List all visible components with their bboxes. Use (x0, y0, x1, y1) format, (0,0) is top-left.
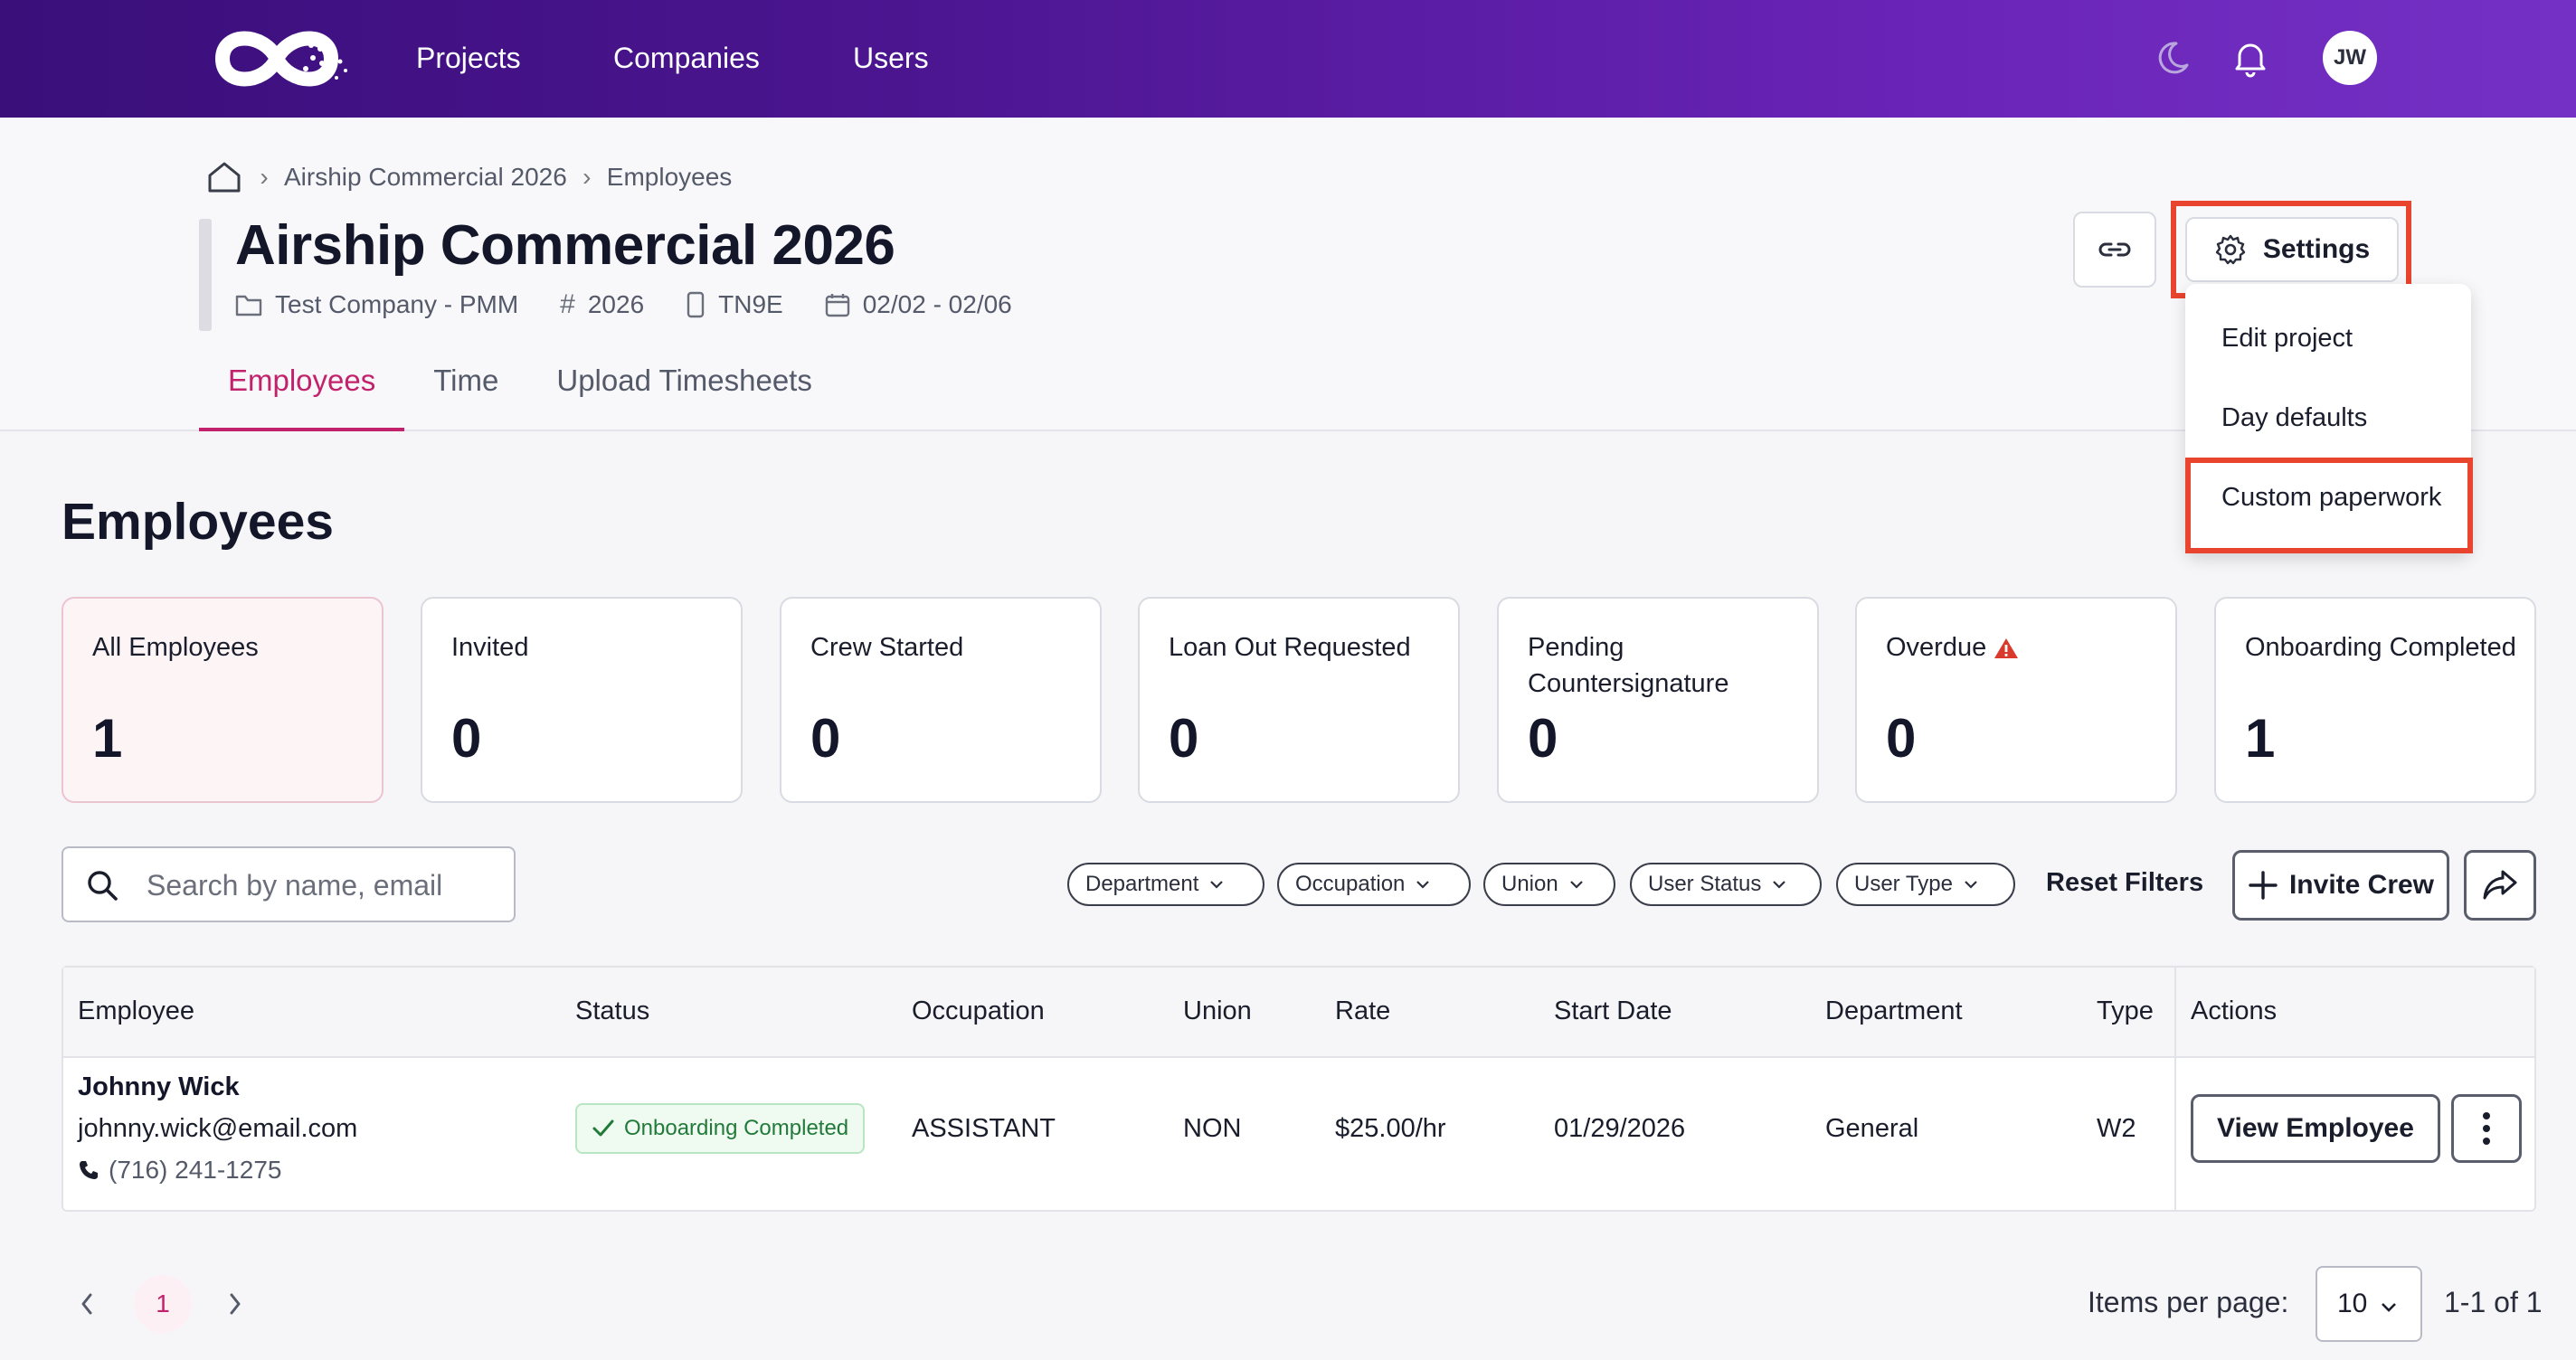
employee-email: johnny.wick@email.com (78, 1114, 358, 1143)
col-start-date[interactable]: Start Date (1554, 996, 1672, 1026)
status-badge: Onboarding Completed (575, 1103, 866, 1154)
more-vertical-icon (2483, 1112, 2490, 1145)
phone-device-icon (687, 291, 705, 318)
stat-card-all-employees[interactable]: All Employees 1 (62, 597, 384, 803)
search-input[interactable] (147, 864, 499, 906)
cell-department: General (1825, 1114, 1919, 1143)
menu-item-edit-project[interactable]: Edit project (2221, 324, 2353, 354)
chevron-right-icon: › (582, 163, 592, 191)
moon-icon[interactable] (2155, 34, 2202, 81)
chevron-left-icon[interactable] (76, 1288, 98, 1320)
items-per-page-label: Items per page: (2088, 1286, 2289, 1318)
page-title: Airship Commercial 2026 (235, 214, 895, 277)
employee-name: Johnny Wick (78, 1072, 240, 1101)
reset-filters-button[interactable]: Reset Filters (2046, 868, 2203, 898)
plus-icon (2249, 871, 2278, 900)
top-nav: Projects Companies Users JW (0, 0, 2576, 118)
cell-type: W2 (2097, 1114, 2136, 1143)
settings-button[interactable]: Settings (2185, 217, 2399, 282)
project-meta: Test Company - PMM # 2026 TN9E 02/02 - 0… (235, 289, 1054, 320)
breadcrumb-current: Employees (606, 163, 733, 191)
filter-occupation[interactable]: Occupation (1277, 863, 1471, 906)
tab-time[interactable]: Time (404, 353, 527, 431)
cell-occupation: ASSISTANT (912, 1114, 1056, 1143)
breadcrumb-project[interactable]: Airship Commercial 2026 (284, 163, 567, 192)
link-icon (2098, 242, 2131, 257)
chevron-right-icon: › (260, 163, 269, 191)
menu-item-custom-paperwork[interactable]: Custom paperwork (2221, 483, 2441, 513)
folder-icon (235, 295, 262, 316)
employees-table: Employee Status Occupation Union Rate St… (62, 966, 2536, 1212)
search-icon (88, 871, 118, 901)
stat-card-pending-countersignature[interactable]: Pending Countersignature 0 (1497, 597, 1819, 803)
chevron-right-icon[interactable] (224, 1288, 246, 1320)
breadcrumb: › Airship Commercial 2026 › Employees (204, 159, 732, 195)
filter-department[interactable]: Department (1067, 863, 1264, 906)
col-department[interactable]: Department (1825, 996, 1963, 1026)
project-tabs: Employees Time Upload Timesheets (199, 353, 841, 431)
tab-employees[interactable]: Employees (199, 353, 405, 431)
employee-phone: (716) 241-1275 (78, 1156, 281, 1185)
cell-union: NON (1183, 1114, 1242, 1143)
stat-card-loan-out-requested[interactable]: Loan Out Requested 0 (1138, 597, 1460, 803)
col-employee[interactable]: Employee (78, 996, 194, 1026)
home-icon[interactable] (204, 159, 244, 195)
col-rate[interactable]: Rate (1335, 996, 1390, 1026)
cell-rate: $25.00/hr (1335, 1114, 1446, 1143)
chevron-down-icon (2382, 1303, 2397, 1312)
stat-card-invited[interactable]: Invited 0 (421, 597, 743, 803)
tab-upload-timesheets[interactable]: Upload Timesheets (527, 353, 840, 431)
calendar-icon (825, 294, 849, 317)
nav-link-users[interactable]: Users (853, 36, 929, 80)
share-icon (2483, 870, 2517, 900)
nav-link-projects[interactable]: Projects (416, 36, 521, 80)
company-logo[interactable] (195, 18, 358, 99)
share-button[interactable] (2464, 850, 2536, 921)
project-dates: 02/02 - 02/06 (825, 290, 1012, 319)
copy-link-button[interactable] (2073, 212, 2156, 288)
filter-user-type[interactable]: User Type (1836, 863, 2015, 906)
search-field[interactable] (62, 846, 516, 922)
table-header: Employee Status Occupation Union Rate St… (63, 968, 2534, 1058)
project-company: Test Company - PMM (235, 290, 518, 319)
col-type[interactable]: Type (2097, 996, 2154, 1026)
stat-card-crew-started[interactable]: Crew Started 0 (780, 597, 1102, 803)
hash-icon: # (560, 289, 575, 319)
stat-card-overdue[interactable]: Overdue 0 (1855, 597, 2177, 803)
chevron-down-icon (1416, 881, 1430, 889)
invite-crew-button[interactable]: Invite Crew (2232, 850, 2449, 921)
nav-link-companies[interactable]: Companies (613, 36, 760, 80)
settings-menu: Edit project Day defaults Custom paperwo… (2185, 284, 2471, 553)
phone-icon (80, 1161, 98, 1179)
items-per-page-select[interactable]: 10 (2316, 1266, 2422, 1342)
col-status[interactable]: Status (575, 996, 649, 1026)
warning-icon (1994, 638, 2019, 659)
chevron-down-icon (1965, 881, 1977, 889)
project-code: TN9E (686, 290, 783, 319)
col-union[interactable]: Union (1183, 996, 1252, 1026)
filter-union[interactable]: Union (1483, 863, 1615, 906)
row-more-button[interactable] (2451, 1094, 2522, 1163)
menu-item-day-defaults[interactable]: Day defaults (2221, 403, 2367, 433)
col-actions: Actions (2191, 996, 2278, 1025)
col-occupation[interactable]: Occupation (912, 996, 1045, 1026)
section-title: Employees (62, 493, 334, 551)
title-accent-bar (199, 219, 212, 331)
bell-icon[interactable] (2227, 34, 2274, 81)
filter-user-status[interactable]: User Status (1630, 863, 1822, 906)
view-employee-button[interactable]: View Employee (2191, 1094, 2440, 1163)
user-avatar[interactable]: JW (2323, 31, 2377, 85)
chevron-down-icon (1210, 881, 1224, 889)
gear-icon (2215, 234, 2246, 265)
page-number[interactable]: 1 (134, 1275, 192, 1333)
chevron-down-icon (1773, 881, 1786, 889)
chevron-down-icon (1569, 881, 1583, 889)
project-number: # 2026 (560, 289, 645, 319)
pagination-range: 1-1 of 1 (2444, 1286, 2543, 1318)
stat-card-onboarding-completed[interactable]: Onboarding Completed 1 (2214, 597, 2536, 803)
cell-start-date: 01/29/2026 (1554, 1114, 1686, 1143)
column-divider (2174, 968, 2176, 1210)
check-icon (592, 1119, 614, 1137)
